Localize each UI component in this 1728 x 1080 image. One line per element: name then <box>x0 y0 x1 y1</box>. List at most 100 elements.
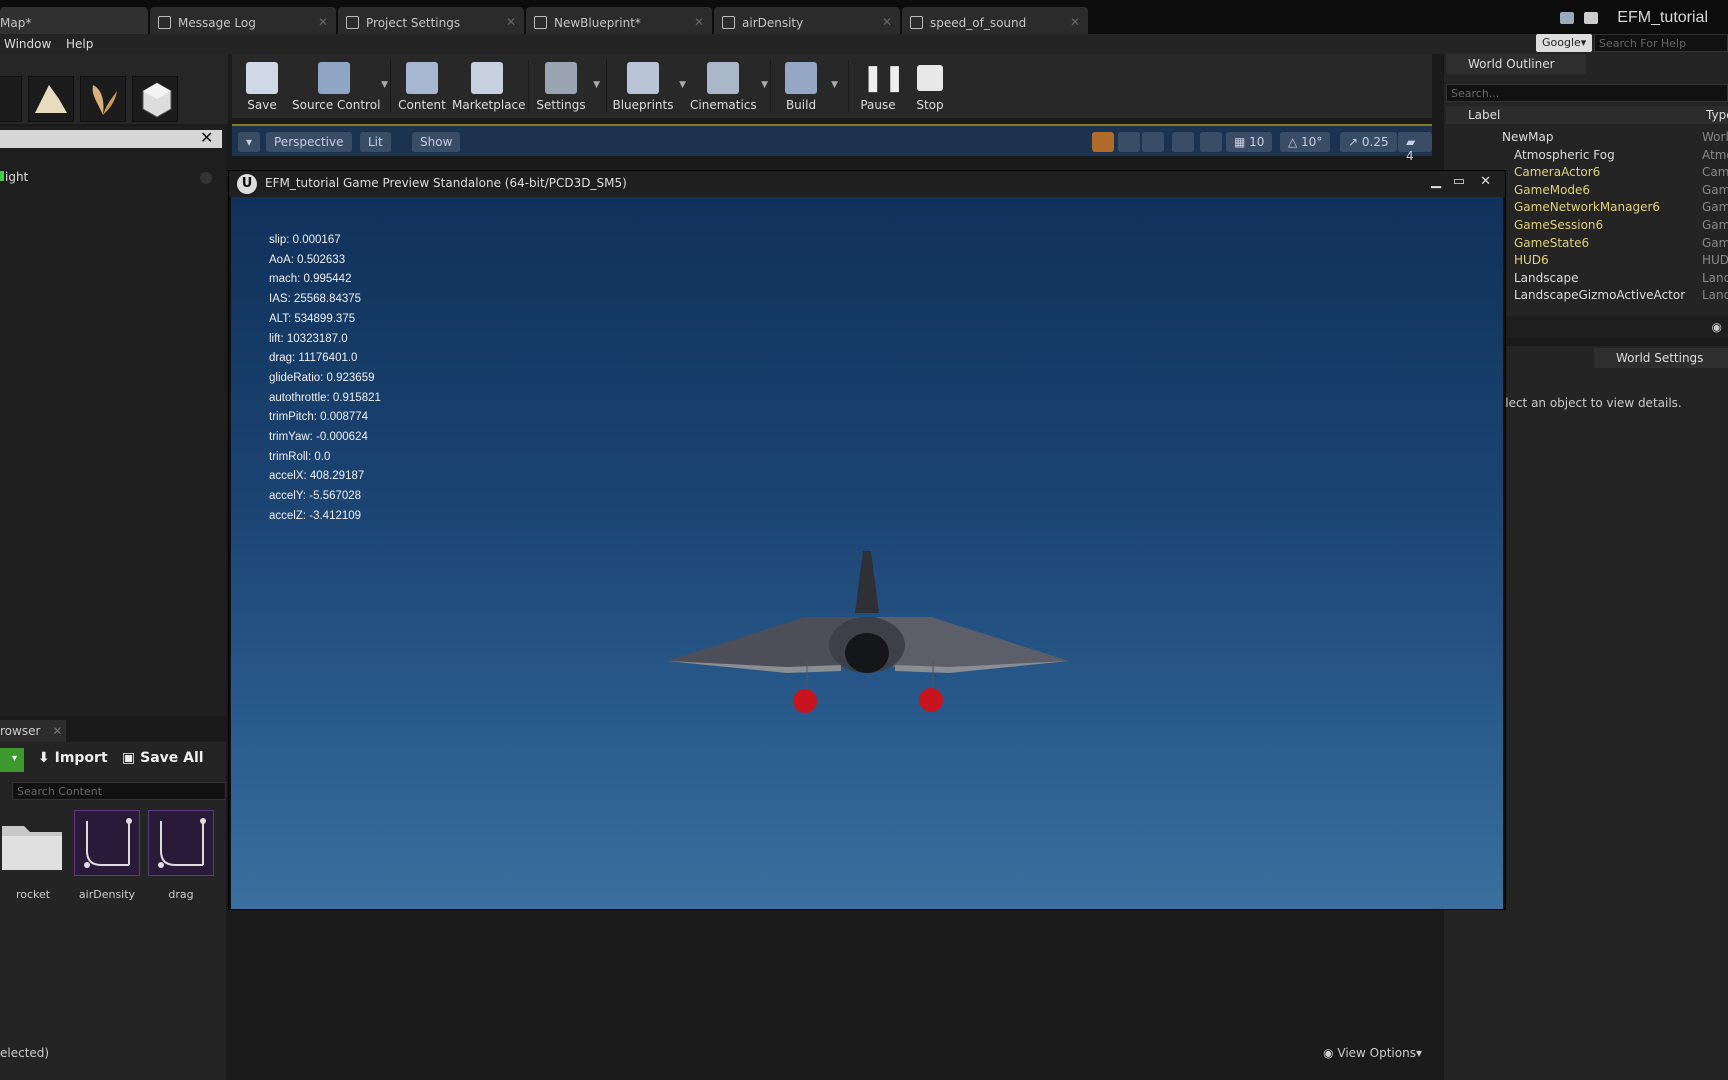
close-icon[interactable]: ✕ <box>1070 15 1080 29</box>
content-search-input[interactable]: Search Content <box>12 782 226 800</box>
game-window-titlebar[interactable]: U EFM_tutorial Game Preview Standalone (… <box>229 171 1505 197</box>
chevron-down-icon[interactable]: ▼ <box>381 80 388 90</box>
rotation-snap-button[interactable]: △ 10° <box>1280 132 1331 152</box>
main-toolbar: Save Source Control ▼ Content Marketplace… <box>232 54 1432 118</box>
column-label[interactable]: Label <box>1468 108 1500 122</box>
outliner-search-input[interactable]: Search... <box>1446 84 1728 102</box>
outliner-row-label: GameState6 <box>1514 235 1590 250</box>
game-preview-window[interactable]: U EFM_tutorial Game Preview Standalone (… <box>228 170 1506 910</box>
maximize-icon[interactable]: ▭ <box>1453 174 1465 189</box>
close-icon[interactable]: ✕ <box>318 15 328 29</box>
outliner-row[interactable]: Landscape <box>1514 271 1578 288</box>
menu-window[interactable]: Window <box>4 37 51 51</box>
save-button[interactable]: Save <box>238 54 286 118</box>
close-icon[interactable]: ✕ <box>882 15 892 29</box>
chat-icon[interactable] <box>1560 12 1574 24</box>
view-options-button[interactable]: ◉ View Options▾ <box>1323 1046 1422 1060</box>
light-category-item[interactable]: ight <box>0 170 28 184</box>
close-icon[interactable]: ✕ <box>694 15 704 29</box>
world-space-icon[interactable] <box>1172 132 1194 152</box>
tab-speed-of-sound[interactable]: speed_of_sound ✕ <box>902 7 1088 34</box>
outliner-row[interactable]: GameState6 <box>1514 236 1589 253</box>
column-type[interactable]: Type <box>1706 108 1728 122</box>
minimize-icon[interactable]: ▁ <box>1431 174 1441 189</box>
asset-tile[interactable] <box>74 810 140 876</box>
asset-tile[interactable] <box>148 810 214 876</box>
world-settings-tab[interactable]: World Settings <box>1594 348 1728 368</box>
camera-speed-button[interactable]: ▰ 4 <box>1398 132 1432 163</box>
build-button[interactable]: Build ▼ <box>776 54 838 118</box>
lit-button[interactable]: Lit <box>360 132 391 152</box>
rotate-icon[interactable] <box>1118 132 1140 152</box>
outliner-row[interactable]: GameNetworkManager6 <box>1514 200 1660 217</box>
menu-help[interactable]: Help <box>66 37 93 51</box>
perspective-button[interactable]: Perspective <box>266 132 352 152</box>
help-icon[interactable] <box>200 172 212 184</box>
eye-icon[interactable]: ◉ <box>1712 320 1722 334</box>
show-button[interactable]: Show <box>412 132 461 152</box>
search-engine-dropdown[interactable]: Google▾ <box>1536 34 1592 52</box>
grid-snap-button[interactable]: ▦ 10 <box>1226 132 1273 152</box>
chevron-down-icon[interactable]: ▼ <box>761 80 768 90</box>
close-icon[interactable]: ✕ <box>200 128 213 147</box>
stop-icon <box>917 65 943 91</box>
help-search-input[interactable]: Search For Help <box>1594 34 1728 52</box>
viewport-toolbar: ▾ Perspective Lit Show ▦ 10 △ 10° ↗ 0.25… <box>232 124 1432 163</box>
close-icon[interactable]: ✕ <box>52 724 62 738</box>
outliner-row[interactable]: Atmospheric Fog <box>1514 148 1615 165</box>
geometry-mode-icon[interactable] <box>132 76 178 122</box>
landscape-mode-icon[interactable] <box>28 76 74 122</box>
import-button[interactable]: ⬇ Import <box>38 750 108 766</box>
tab-project-settings[interactable]: Project Settings ✕ <box>338 7 524 34</box>
stop-button[interactable]: Stop <box>906 54 954 118</box>
outliner-row[interactable]: GameMode6 <box>1514 183 1590 200</box>
foliage-mode-icon[interactable] <box>80 76 126 122</box>
blueprints-button[interactable]: Blueprints ▼ <box>612 54 686 118</box>
tab-map[interactable]: Map* <box>0 7 148 34</box>
outliner-row[interactable]: CameraActor6 <box>1514 165 1600 182</box>
source-control-icon <box>318 62 350 94</box>
outliner-row-label: HUD6 <box>1514 253 1549 268</box>
marketplace-button[interactable]: Marketplace <box>452 54 526 118</box>
outliner-row-label: Landscape <box>1514 270 1579 285</box>
settings-button[interactable]: Settings ▼ <box>534 54 600 118</box>
chevron-down-icon[interactable]: ▼ <box>679 80 686 90</box>
pause-button[interactable]: ❚❚ Pause <box>854 54 905 118</box>
world-outliner-tab[interactable]: World Outliner <box>1446 54 1586 74</box>
outliner-row-label: Atmospheric Fog <box>1514 147 1615 162</box>
mode-tools <box>0 54 228 124</box>
translate-icon[interactable] <box>1092 132 1114 152</box>
outliner-row-type: World <box>1702 130 1728 144</box>
cinematics-button[interactable]: Cinematics ▼ <box>690 54 768 118</box>
scale-icon[interactable] <box>1142 132 1164 152</box>
viewport-bottom: ◉ View Options▾ <box>226 908 1436 1080</box>
chevron-down-icon[interactable]: ▼ <box>831 80 838 90</box>
outliner-row[interactable]: HUD6 <box>1514 253 1549 270</box>
save-all-button[interactable]: ▣ Save All <box>122 750 204 766</box>
modes-search-input[interactable] <box>0 130 222 148</box>
outliner-row[interactable]: GameSession6 <box>1514 218 1603 235</box>
add-new-button[interactable]: ▾ <box>0 748 24 772</box>
tab-air-density[interactable]: airDensity ✕ <box>714 7 900 34</box>
source-control-button[interactable]: Source Control ▼ <box>292 54 388 118</box>
save-icon: ▣ <box>122 750 141 766</box>
tab-new-blueprint[interactable]: NewBlueprint* ✕ <box>526 7 712 34</box>
game-viewport[interactable]: slip: 0.000167 AoA: 0.502633 mach: 0.99544… <box>231 197 1503 909</box>
outliner-row-type: Game <box>1702 200 1728 215</box>
aircraft <box>667 551 1069 713</box>
toolbar-divider <box>848 60 849 112</box>
notification-icon[interactable] <box>1584 12 1598 24</box>
scale-snap-button[interactable]: ↗ 0.25 <box>1340 132 1397 152</box>
paint-mode-icon[interactable] <box>0 76 22 122</box>
surface-snap-icon[interactable] <box>1200 132 1222 152</box>
outliner-row[interactable]: NewMap <box>1502 130 1554 147</box>
tab-message-log[interactable]: Message Log ✕ <box>150 7 336 34</box>
viewport-options-button[interactable]: ▾ <box>238 132 261 152</box>
close-icon[interactable]: ✕ <box>506 15 516 29</box>
content-button[interactable]: Content <box>396 54 448 118</box>
outliner-row[interactable]: LandscapeGizmoActiveActor <box>1514 288 1685 305</box>
chevron-down-icon[interactable]: ▼ <box>593 80 600 90</box>
asset-tile[interactable] <box>0 810 66 876</box>
content-browser-tab[interactable]: rowser ✕ <box>0 720 66 742</box>
close-icon[interactable]: ✕ <box>1480 174 1491 189</box>
